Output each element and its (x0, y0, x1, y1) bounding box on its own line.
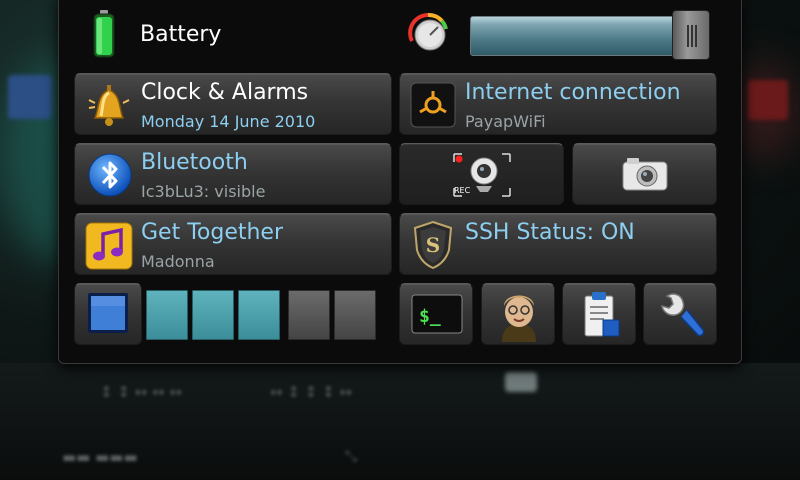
get-together-artist: Madonna (141, 252, 215, 271)
camera-button[interactable] (572, 143, 717, 205)
bluetooth-status: Ic3bLu3: visible (141, 182, 266, 201)
wifi-network-name: PayapWiFi (465, 112, 546, 131)
terminal-button[interactable]: $_ (399, 283, 473, 345)
battery-label[interactable]: Battery (140, 22, 221, 47)
volume-slider-track[interactable] (470, 16, 706, 56)
ssh-status-title: SSH Status: ON (465, 220, 635, 245)
settings-button[interactable] (643, 283, 717, 345)
clock-alarms-title: Clock & Alarms (141, 80, 309, 105)
brightness-level-5[interactable] (334, 290, 376, 340)
background-text: ↕ ↕ ↔ ↔ ↔ (100, 383, 182, 401)
background-app-icon (748, 80, 788, 120)
internet-connection-tile[interactable]: Internet connection PayapWiFi (399, 73, 717, 135)
get-together-title: Get Together (141, 220, 284, 245)
display-icon (86, 291, 130, 335)
ssh-status-tile[interactable]: S SSH Status: ON (399, 213, 717, 275)
get-together-tile[interactable]: Get Together Madonna (74, 213, 392, 275)
camera-icon (621, 156, 669, 192)
svg-text:S: S (426, 233, 440, 257)
shield-icon: S (412, 220, 454, 270)
rec-label: REC (454, 186, 471, 195)
network-icon (410, 82, 456, 128)
terminal-icon: $_ (411, 294, 463, 334)
contacts-button[interactable] (481, 283, 555, 345)
brightness-level-1[interactable] (146, 290, 188, 340)
brightness-level-2[interactable] (192, 290, 234, 340)
wrench-icon (657, 290, 707, 340)
background-icon (505, 372, 537, 392)
background-app-icon (8, 75, 52, 119)
background-text: ↔ ↕ ↕ ↕ ↔ (270, 383, 352, 401)
music-note-icon (85, 222, 133, 270)
clock-alarms-date: Monday 14 June 2010 (141, 112, 316, 131)
bluetooth-title: Bluetooth (141, 150, 248, 175)
clock-alarms-tile[interactable]: Clock & Alarms Monday 14 June 2010 (74, 73, 392, 135)
brightness-button[interactable] (74, 283, 142, 345)
clipboard-icon (581, 290, 621, 342)
background-text: ⤡ (345, 447, 358, 465)
background-text: ▬▬ ▬▬▬ (62, 448, 138, 466)
notes-button[interactable] (562, 283, 636, 345)
volume-slider-handle[interactable] (672, 10, 710, 60)
webcam-record-button[interactable]: REC (399, 143, 564, 205)
bluetooth-tile[interactable]: Bluetooth Ic3bLu3: visible (74, 143, 392, 205)
internet-connection-title: Internet connection (465, 80, 681, 105)
brightness-level-3[interactable] (238, 290, 280, 340)
brightness-level-4[interactable] (288, 290, 330, 340)
bluetooth-icon (87, 152, 133, 198)
person-avatar-icon (494, 288, 544, 342)
bell-icon (85, 80, 133, 130)
terminal-prompt: $_ (419, 306, 441, 327)
volume-icon[interactable] (406, 11, 450, 55)
battery-icon (93, 10, 115, 58)
